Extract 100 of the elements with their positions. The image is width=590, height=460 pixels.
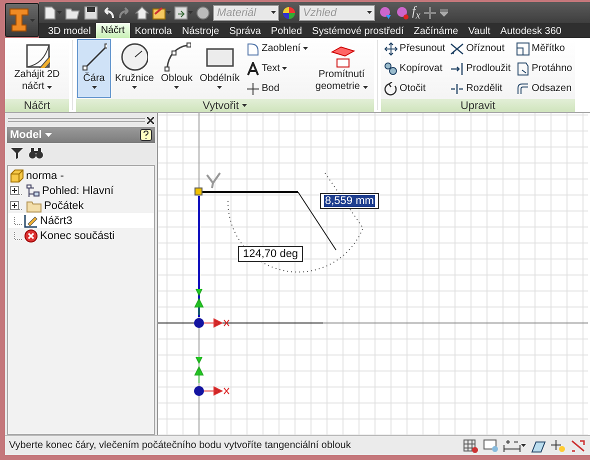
app-logo-icon — [9, 8, 29, 32]
globe-icon — [196, 6, 210, 20]
ribbon-tool-button[interactable]: Zaoblení — [244, 40, 310, 57]
caret-icon — [92, 86, 96, 89]
sketch-pencil-icon — [24, 42, 50, 68]
appearance-clear-icon — [395, 6, 409, 20]
ribbon-tab[interactable]: 3D model — [43, 24, 96, 38]
ribbon-tool-button[interactable]: Kopírovat — [382, 60, 448, 77]
ribbon-tool-button[interactable]: Protáhno — [514, 60, 574, 77]
move-icon — [384, 42, 398, 56]
plus-icon — [423, 6, 438, 20]
tree-item-label: norma - — [26, 170, 64, 182]
sketch-view-icon — [483, 438, 499, 452]
tree-item[interactable]: norma - — [8, 168, 154, 183]
cube-icon — [10, 168, 24, 182]
ribbon-tab[interactable]: Začínáme — [408, 24, 464, 38]
caret-icon — [174, 86, 180, 89]
offset-icon — [516, 82, 530, 96]
ribbon-tool-button[interactable]: Čára — [77, 39, 111, 98]
dimension-input[interactable]: 124,70 deg — [238, 246, 304, 262]
ribbon-tool-button[interactable]: Zahájit 2D náčrt — [6, 39, 68, 98]
error-icon — [24, 228, 38, 242]
ribbon-tab[interactable]: Kontrola — [130, 24, 177, 38]
line-icon — [81, 42, 107, 72]
copy-icon — [384, 62, 398, 76]
tree-item-label: Pohled: Hlavní — [42, 184, 114, 196]
expand-icon[interactable] — [10, 201, 19, 210]
sketch-icon — [24, 214, 38, 228]
scale-icon — [516, 42, 530, 56]
tree-item[interactable]: Počátek — [8, 198, 154, 213]
status-message: Vyberte konec čáry, vlečením počátečního bodu vytvoříte tangenciální oblouk — [9, 440, 352, 452]
split-icon — [450, 82, 464, 96]
ribbon-tab[interactable]: Náčrt — [96, 23, 130, 38]
ribbon-tool-button[interactable]: Text — [244, 60, 310, 77]
fillet-icon — [246, 42, 260, 56]
ribbon-tab[interactable]: Systémové prostředí — [307, 24, 409, 38]
ribbon-tool-button[interactable]: Měřítko — [514, 40, 574, 57]
ribbon-tool-button[interactable]: Rozdělit — [448, 80, 513, 97]
ribbon-tab[interactable]: Autodesk 360 — [495, 24, 566, 38]
constraint-light-icon — [550, 438, 566, 452]
caret-icon — [302, 47, 308, 50]
new-file-icon — [43, 6, 57, 20]
dimension-icon — [503, 438, 521, 452]
expand-icon[interactable] — [10, 186, 19, 195]
tree-item[interactable]: Konec součásti — [8, 228, 154, 243]
ribbon-tool-button[interactable]: Bod — [244, 80, 310, 97]
caret-icon — [217, 86, 222, 89]
close-icon[interactable] — [147, 116, 154, 124]
ribbon-tool-button[interactable]: Odsazen — [514, 80, 574, 97]
ribbon-tool-button[interactable]: Obdélník — [196, 39, 243, 98]
grid-icon — [463, 438, 479, 452]
ribbon-tool-button[interactable]: Oříznout — [448, 40, 513, 57]
dimension-input[interactable]: 8,559 mm — [320, 193, 379, 209]
ribbon-tab[interactable]: Správa — [224, 24, 266, 38]
ribbon-panel-title[interactable]: Vytvořit — [76, 99, 374, 112]
tree-item[interactable]: Náčrt3 — [8, 213, 154, 228]
caret-icon — [47, 86, 52, 89]
arc-icon — [162, 42, 191, 72]
tree-item-label: Počátek — [44, 200, 84, 212]
ribbon-panel-title: Upravit — [380, 99, 576, 112]
caret-icon — [362, 86, 368, 89]
ribbon-tool-button[interactable]: Přesunout — [382, 40, 448, 57]
view-tree-icon — [26, 184, 40, 198]
slice-icon — [530, 438, 546, 452]
binoculars-icon — [29, 147, 43, 159]
ribbon-tab[interactable]: Vault — [463, 24, 496, 38]
extend-icon — [450, 62, 464, 76]
ribbon-tool-button[interactable]: Prodloužit — [448, 60, 513, 77]
ribbon-tool-button[interactable]: Oblouk — [158, 39, 196, 98]
point-icon — [246, 82, 260, 96]
caret-icon — [367, 11, 372, 14]
formula-button[interactable]: f$_{x}$ — [412, 3, 420, 22]
constraint-icon — [206, 172, 221, 189]
filter-icon — [11, 147, 23, 159]
sketch-point[interactable] — [194, 188, 202, 196]
application-menu-button[interactable] — [5, 3, 39, 37]
caret-icon — [271, 11, 276, 14]
home-icon — [135, 6, 149, 20]
ribbon-tab[interactable]: Pohled — [266, 24, 308, 38]
save-icon — [84, 6, 98, 20]
ribbon-tool-button[interactable]: Kružnice — [112, 39, 157, 98]
tree-item-label: Náčrt3 — [40, 214, 72, 226]
ribbon-tab[interactable]: Nástroje — [176, 24, 224, 38]
tree-item-label: Konec součásti — [40, 230, 115, 242]
color-wheel-icon — [282, 6, 296, 20]
appearance-icon — [378, 6, 392, 20]
trim-icon — [450, 42, 464, 56]
origin-triad-drawing — [194, 288, 230, 328]
customize-icon — [440, 8, 448, 16]
ribbon-tool-button[interactable]: Otočit — [382, 80, 448, 97]
caret-icon — [242, 104, 247, 107]
tree-item[interactable]: Pohled: Hlavní — [8, 183, 154, 198]
sketch-canvas[interactable]: 8,559 mm 124,70 deg — [158, 113, 590, 435]
ribbon-tool-button[interactable]: Promítnutí geometrie — [310, 39, 373, 98]
caret-icon — [282, 67, 287, 70]
caret-icon — [44, 133, 52, 137]
text-tool-icon — [246, 62, 260, 76]
project-icon — [152, 6, 166, 20]
rotate-icon — [384, 82, 398, 96]
stretch-icon — [516, 62, 530, 76]
